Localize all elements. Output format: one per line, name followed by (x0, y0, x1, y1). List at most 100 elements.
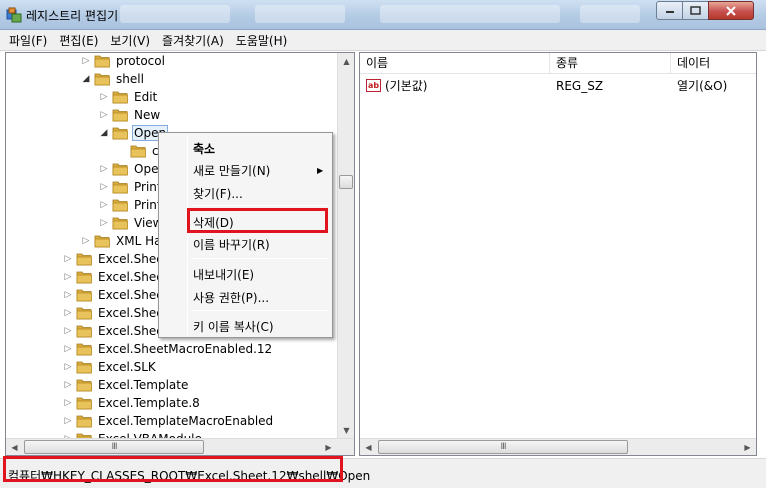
tree-item-label: Excel.TemplateMacroEnabled (98, 414, 274, 428)
menu-help[interactable]: 도움말(H) (236, 32, 288, 49)
value-name: (기본값) (385, 79, 428, 93)
list-header: 이름 종류 데이터 (360, 53, 756, 74)
ctx-new[interactable]: 새로 만들기(N) (193, 162, 270, 179)
folder-icon (94, 73, 110, 86)
expand-arrow-icon[interactable]: ▷ (98, 91, 110, 103)
scroll-right-icon[interactable]: ▶ (320, 439, 337, 455)
expand-arrow-icon[interactable]: ▷ (62, 397, 74, 409)
tree-item[interactable]: ▷ New (98, 106, 162, 124)
tree-item-label: Excel.Template (98, 378, 189, 392)
folder-icon (76, 289, 92, 302)
ctx-copy-key-name[interactable]: 키 이름 복사(C) (193, 318, 274, 335)
folder-icon (94, 235, 110, 248)
ctx-export[interactable]: 내보내기(E) (193, 266, 254, 283)
tree-item-label: Excel.Template.8 (98, 396, 200, 410)
tree-item[interactable]: ◢ shell (80, 70, 146, 88)
expand-arrow-icon[interactable]: ▷ (80, 55, 92, 67)
list-hscroll-thumb[interactable]: III (378, 440, 628, 454)
folder-icon (76, 415, 92, 428)
list-item[interactable]: ab (기본값) REG_SZ 열기(&O) (360, 77, 756, 95)
expand-arrow-icon[interactable]: ▷ (98, 199, 110, 211)
tree-item[interactable]: ▷ Excel.Template (62, 376, 190, 394)
expand-arrow-icon[interactable]: ▷ (98, 163, 110, 175)
expand-arrow-icon[interactable]: ▷ (62, 289, 74, 301)
background-window-blur (580, 5, 640, 23)
ctx-permissions[interactable]: 사용 권한(P)... (193, 289, 269, 306)
folder-icon (112, 199, 128, 212)
folder-icon (76, 271, 92, 284)
folder-icon (76, 361, 92, 374)
background-window-blur (255, 5, 345, 23)
expand-arrow-icon[interactable]: ▷ (80, 235, 92, 247)
context-menu-gutter (187, 135, 188, 335)
ctx-rename[interactable]: 이름 바꾸기(R) (193, 236, 270, 253)
context-menu: 축소 새로 만들기(N) ▶ 찾기(F)... 삭제(D) 이름 바꾸기(R) … (158, 132, 333, 338)
column-header-data[interactable]: 데이터 (671, 53, 756, 74)
tree-vscroll-thumb[interactable] (339, 175, 353, 189)
tree-hscroll-thumb[interactable]: III (24, 440, 204, 454)
expand-arrow-icon[interactable]: ▷ (62, 253, 74, 265)
string-value-icon: ab (366, 79, 381, 92)
value-type: REG_SZ (556, 79, 604, 93)
close-button[interactable] (708, 1, 754, 20)
expand-arrow-icon[interactable]: ▷ (62, 343, 74, 355)
expand-arrow-icon[interactable]: ▷ (62, 325, 74, 337)
collapse-arrow-icon[interactable]: ◢ (80, 73, 92, 85)
tree-item[interactable]: ▷ Print (98, 178, 164, 196)
tree-item[interactable]: ▷ Excel.Template.8 (62, 394, 202, 412)
ctx-collapse[interactable]: 축소 (193, 140, 215, 157)
tree-item[interactable]: ▷ Edit (98, 88, 159, 106)
column-header-name[interactable]: 이름 (360, 53, 550, 74)
tree-item[interactable]: ▷ protocol (80, 53, 167, 70)
scroll-right-icon[interactable]: ▶ (739, 439, 756, 455)
folder-icon (76, 307, 92, 320)
menu-file[interactable]: 파일(F) (9, 32, 47, 49)
expand-arrow-icon[interactable]: ▷ (98, 217, 110, 229)
expand-arrow-icon[interactable]: ▷ (98, 181, 110, 193)
menu-bar: 파일(F) 편집(E) 보기(V) 즐겨찾기(A) 도움말(H) (0, 30, 766, 51)
tree-item[interactable]: ▷ Excel.SLK (62, 358, 158, 376)
maximize-icon (690, 6, 701, 15)
column-header-type[interactable]: 종류 (550, 53, 671, 74)
tree-item-label: Excel.SLK (98, 360, 156, 374)
tree-item-label: New (134, 108, 161, 122)
folder-icon (130, 145, 146, 158)
scroll-up-icon[interactable]: ▲ (338, 53, 354, 70)
menu-view[interactable]: 보기(V) (110, 32, 150, 49)
scroll-left-icon[interactable]: ◀ (360, 439, 377, 455)
menu-edit[interactable]: 편집(E) (59, 32, 98, 49)
folder-icon (94, 55, 110, 68)
tree-item[interactable]: ▷ Excel.TemplateMacroEnabled (62, 412, 275, 430)
folder-icon (112, 109, 128, 122)
minimize-button[interactable] (656, 1, 683, 20)
tree-item[interactable]: ▷ Excel.SheetMacroEnabled.12 (62, 340, 274, 358)
scroll-left-icon[interactable]: ◀ (6, 439, 23, 455)
folder-icon (76, 397, 92, 410)
expand-arrow-icon[interactable]: ▷ (62, 271, 74, 283)
folder-icon (112, 91, 128, 104)
value-data: 열기(&O) (677, 79, 728, 93)
status-highlight-box (3, 456, 343, 482)
tree-vertical-scrollbar[interactable]: ▲ ▼ (337, 53, 354, 439)
collapse-arrow-icon[interactable]: ◢ (98, 127, 110, 139)
tree-horizontal-scrollbar[interactable]: ◀ III ▶ (6, 438, 354, 455)
background-window-blur (120, 5, 230, 23)
expand-arrow-icon[interactable]: ▷ (62, 307, 74, 319)
minimize-icon (665, 10, 674, 13)
folder-icon (112, 217, 128, 230)
background-window-blur (380, 5, 560, 23)
expand-arrow-icon[interactable]: ▷ (62, 415, 74, 427)
expand-arrow-icon[interactable]: ▷ (62, 379, 74, 391)
list-horizontal-scrollbar[interactable]: ◀ III ▶ (360, 438, 756, 455)
delete-highlight-box (187, 208, 328, 233)
folder-icon (112, 163, 128, 176)
menu-favorites[interactable]: 즐겨찾기(A) (162, 32, 224, 49)
ctx-find[interactable]: 찾기(F)... (193, 185, 243, 202)
maximize-button[interactable] (682, 1, 709, 20)
expand-arrow-icon[interactable]: ▷ (98, 109, 110, 121)
value-list-pane[interactable]: 이름 종류 데이터 ab (기본값) REG_SZ 열기(&O) ◀ III ▶ (359, 52, 757, 456)
scroll-down-icon[interactable]: ▼ (338, 422, 354, 439)
folder-icon (112, 181, 128, 194)
close-icon (726, 5, 736, 16)
expand-arrow-icon[interactable]: ▷ (62, 361, 74, 373)
